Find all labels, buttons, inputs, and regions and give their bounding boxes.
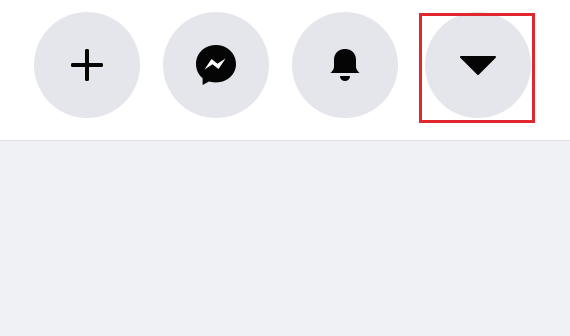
create-button[interactable] [34,12,140,118]
caret-down-icon [460,56,496,75]
account-menu-button[interactable] [425,12,531,118]
bell-icon [330,49,360,81]
plus-icon [71,49,103,81]
notifications-button[interactable] [292,12,398,118]
top-navigation-bar [0,0,570,141]
page-content-area [0,141,570,336]
messenger-button[interactable] [163,12,269,118]
messenger-icon [196,45,236,85]
